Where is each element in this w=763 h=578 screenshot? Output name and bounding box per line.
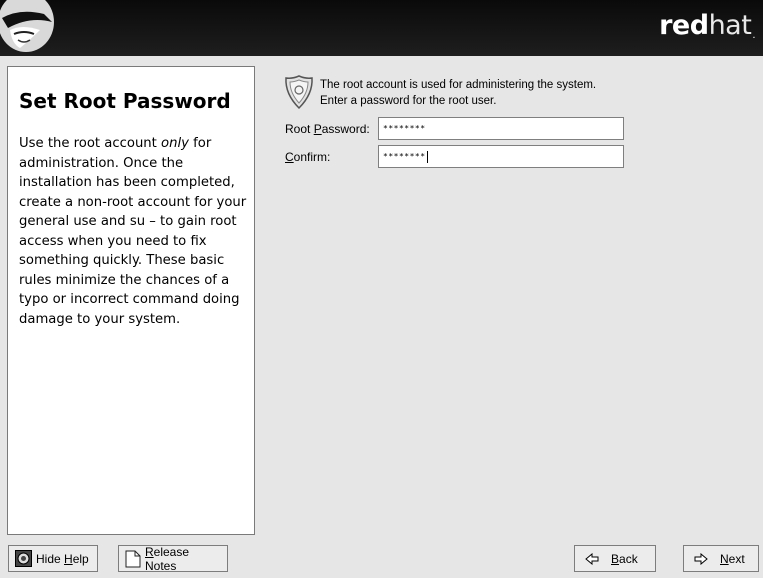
hide-help-label: Hide Help — [36, 551, 89, 566]
hide-help-button[interactable]: Hide Help — [8, 545, 98, 572]
arrow-left-icon — [585, 552, 599, 565]
info-line-1: The root account is used for administeri… — [320, 79, 597, 91]
confirm-password-field[interactable]: ******** — [378, 145, 624, 168]
badge-icon — [285, 75, 313, 110]
back-label: Back — [611, 551, 638, 566]
root-password-field[interactable]: ******** — [378, 117, 624, 140]
info-line-2: Enter a password for the root user. — [320, 94, 497, 107]
redhat-wordmark: redhat. — [659, 10, 755, 41]
header-banner: redhat. — [0, 0, 763, 56]
next-button[interactable]: Next — [683, 545, 759, 572]
document-icon — [125, 550, 141, 567]
help-emphasis: only — [161, 136, 189, 151]
next-label: Next — [720, 551, 745, 566]
info-message: The root account is used for administeri… — [320, 78, 596, 109]
confirm-label: Confirm: — [285, 150, 331, 164]
release-notes-label: Release Notes — [145, 544, 190, 573]
arrow-right-icon — [694, 552, 708, 565]
back-button[interactable]: Back — [574, 545, 656, 572]
help-panel: Set Root Password Use the root account o… — [7, 66, 255, 535]
shadowman-logo-icon — [0, 0, 54, 52]
lifebuoy-icon — [15, 550, 32, 567]
help-title: Set Root Password — [19, 89, 231, 113]
help-text: Use the root account only for administra… — [19, 136, 247, 327]
root-password-label: Root Password: — [285, 122, 370, 136]
release-notes-button[interactable]: Release Notes — [118, 544, 228, 573]
text-cursor — [426, 150, 428, 163]
